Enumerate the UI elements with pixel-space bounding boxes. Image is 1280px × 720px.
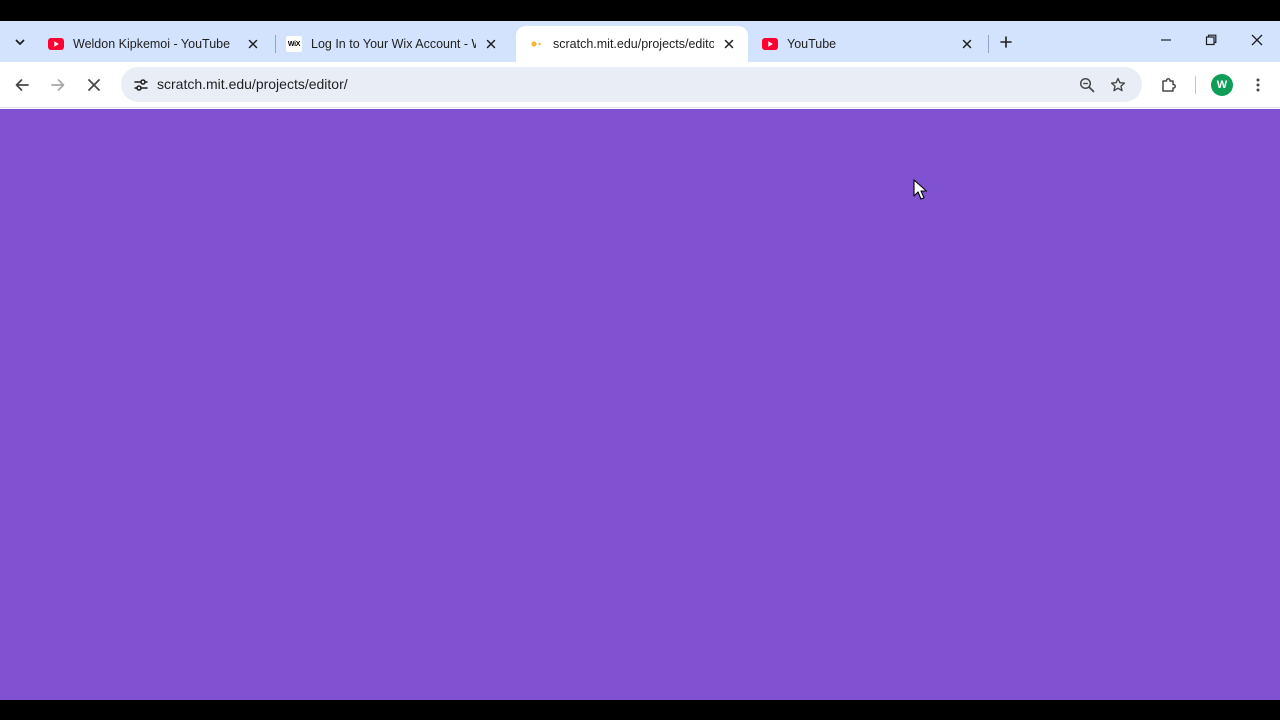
minimize-icon (1161, 39, 1171, 41)
more-vert-icon (1256, 78, 1260, 92)
toolbar: scratch.mit.edu/projects/editor/ W (0, 62, 1280, 108)
tab-separator (988, 35, 989, 53)
stop-loading-icon (88, 79, 100, 91)
back-button[interactable] (6, 69, 38, 101)
restore-button[interactable] (1191, 25, 1231, 55)
stop-loading-button[interactable] (78, 69, 110, 101)
puzzle-icon (1162, 78, 1176, 92)
menu-button[interactable] (1242, 69, 1274, 101)
close-tab-icon[interactable] (482, 35, 500, 53)
letterbox-bottom (0, 700, 1280, 720)
plus-icon (1000, 36, 1012, 48)
forward-button[interactable] (42, 69, 74, 101)
bookmark-button[interactable] (1104, 71, 1132, 98)
mouse-cursor-icon (913, 179, 928, 200)
tab-scratch-editor[interactable]: scratch.mit.edu/projects/editor/ (516, 26, 748, 62)
tab-title: scratch.mit.edu/projects/editor/ (553, 37, 714, 51)
close-tab-icon[interactable] (958, 35, 976, 53)
zoom-out-icon (1079, 77, 1095, 92)
address-bar[interactable]: scratch.mit.edu/projects/editor/ (121, 67, 1142, 102)
tab-search-button[interactable] (6, 29, 34, 55)
tab-title: Weldon Kipkemoi - YouTube (73, 37, 231, 51)
tab-youtube[interactable]: YouTube (750, 26, 986, 62)
close-window-button[interactable] (1237, 25, 1277, 55)
extensions-button[interactable] (1153, 69, 1185, 101)
close-tab-icon[interactable] (244, 35, 262, 53)
tab-strip: Weldon Kipkemoi - YouTube WiX Log In to … (0, 21, 1280, 62)
profile-avatar[interactable]: W (1211, 74, 1233, 96)
zoom-button[interactable] (1073, 71, 1101, 98)
tune-icon (134, 78, 148, 91)
tab-title: YouTube (787, 37, 837, 51)
loading-favicon-icon (528, 36, 544, 52)
page-content-loading[interactable] (0, 109, 1280, 700)
youtube-icon (762, 36, 778, 52)
youtube-icon (48, 36, 64, 52)
letterbox-top (0, 0, 1280, 21)
tab-weldon-youtube[interactable]: Weldon Kipkemoi - YouTube (36, 26, 272, 62)
close-icon (1251, 34, 1263, 46)
browser-window: Weldon Kipkemoi - YouTube WiX Log In to … (0, 21, 1280, 700)
site-info-button[interactable] (127, 71, 155, 98)
minimize-button[interactable] (1146, 25, 1186, 55)
arrow-left-icon (15, 79, 29, 91)
url-text[interactable]: scratch.mit.edu/projects/editor/ (157, 67, 348, 102)
star-icon (1110, 77, 1126, 91)
toolbar-separator (1195, 76, 1196, 94)
wix-icon: WiX (286, 36, 302, 52)
arrow-right-icon (51, 79, 65, 91)
close-tab-icon[interactable] (720, 35, 738, 53)
chevron-down-icon (15, 39, 25, 45)
tab-wix-login[interactable]: WiX Log In to Your Wix Account - W (274, 26, 510, 62)
restore-icon (1205, 34, 1217, 46)
tab-title: Log In to Your Wix Account - W (311, 37, 476, 51)
new-tab-button[interactable] (994, 30, 1018, 54)
